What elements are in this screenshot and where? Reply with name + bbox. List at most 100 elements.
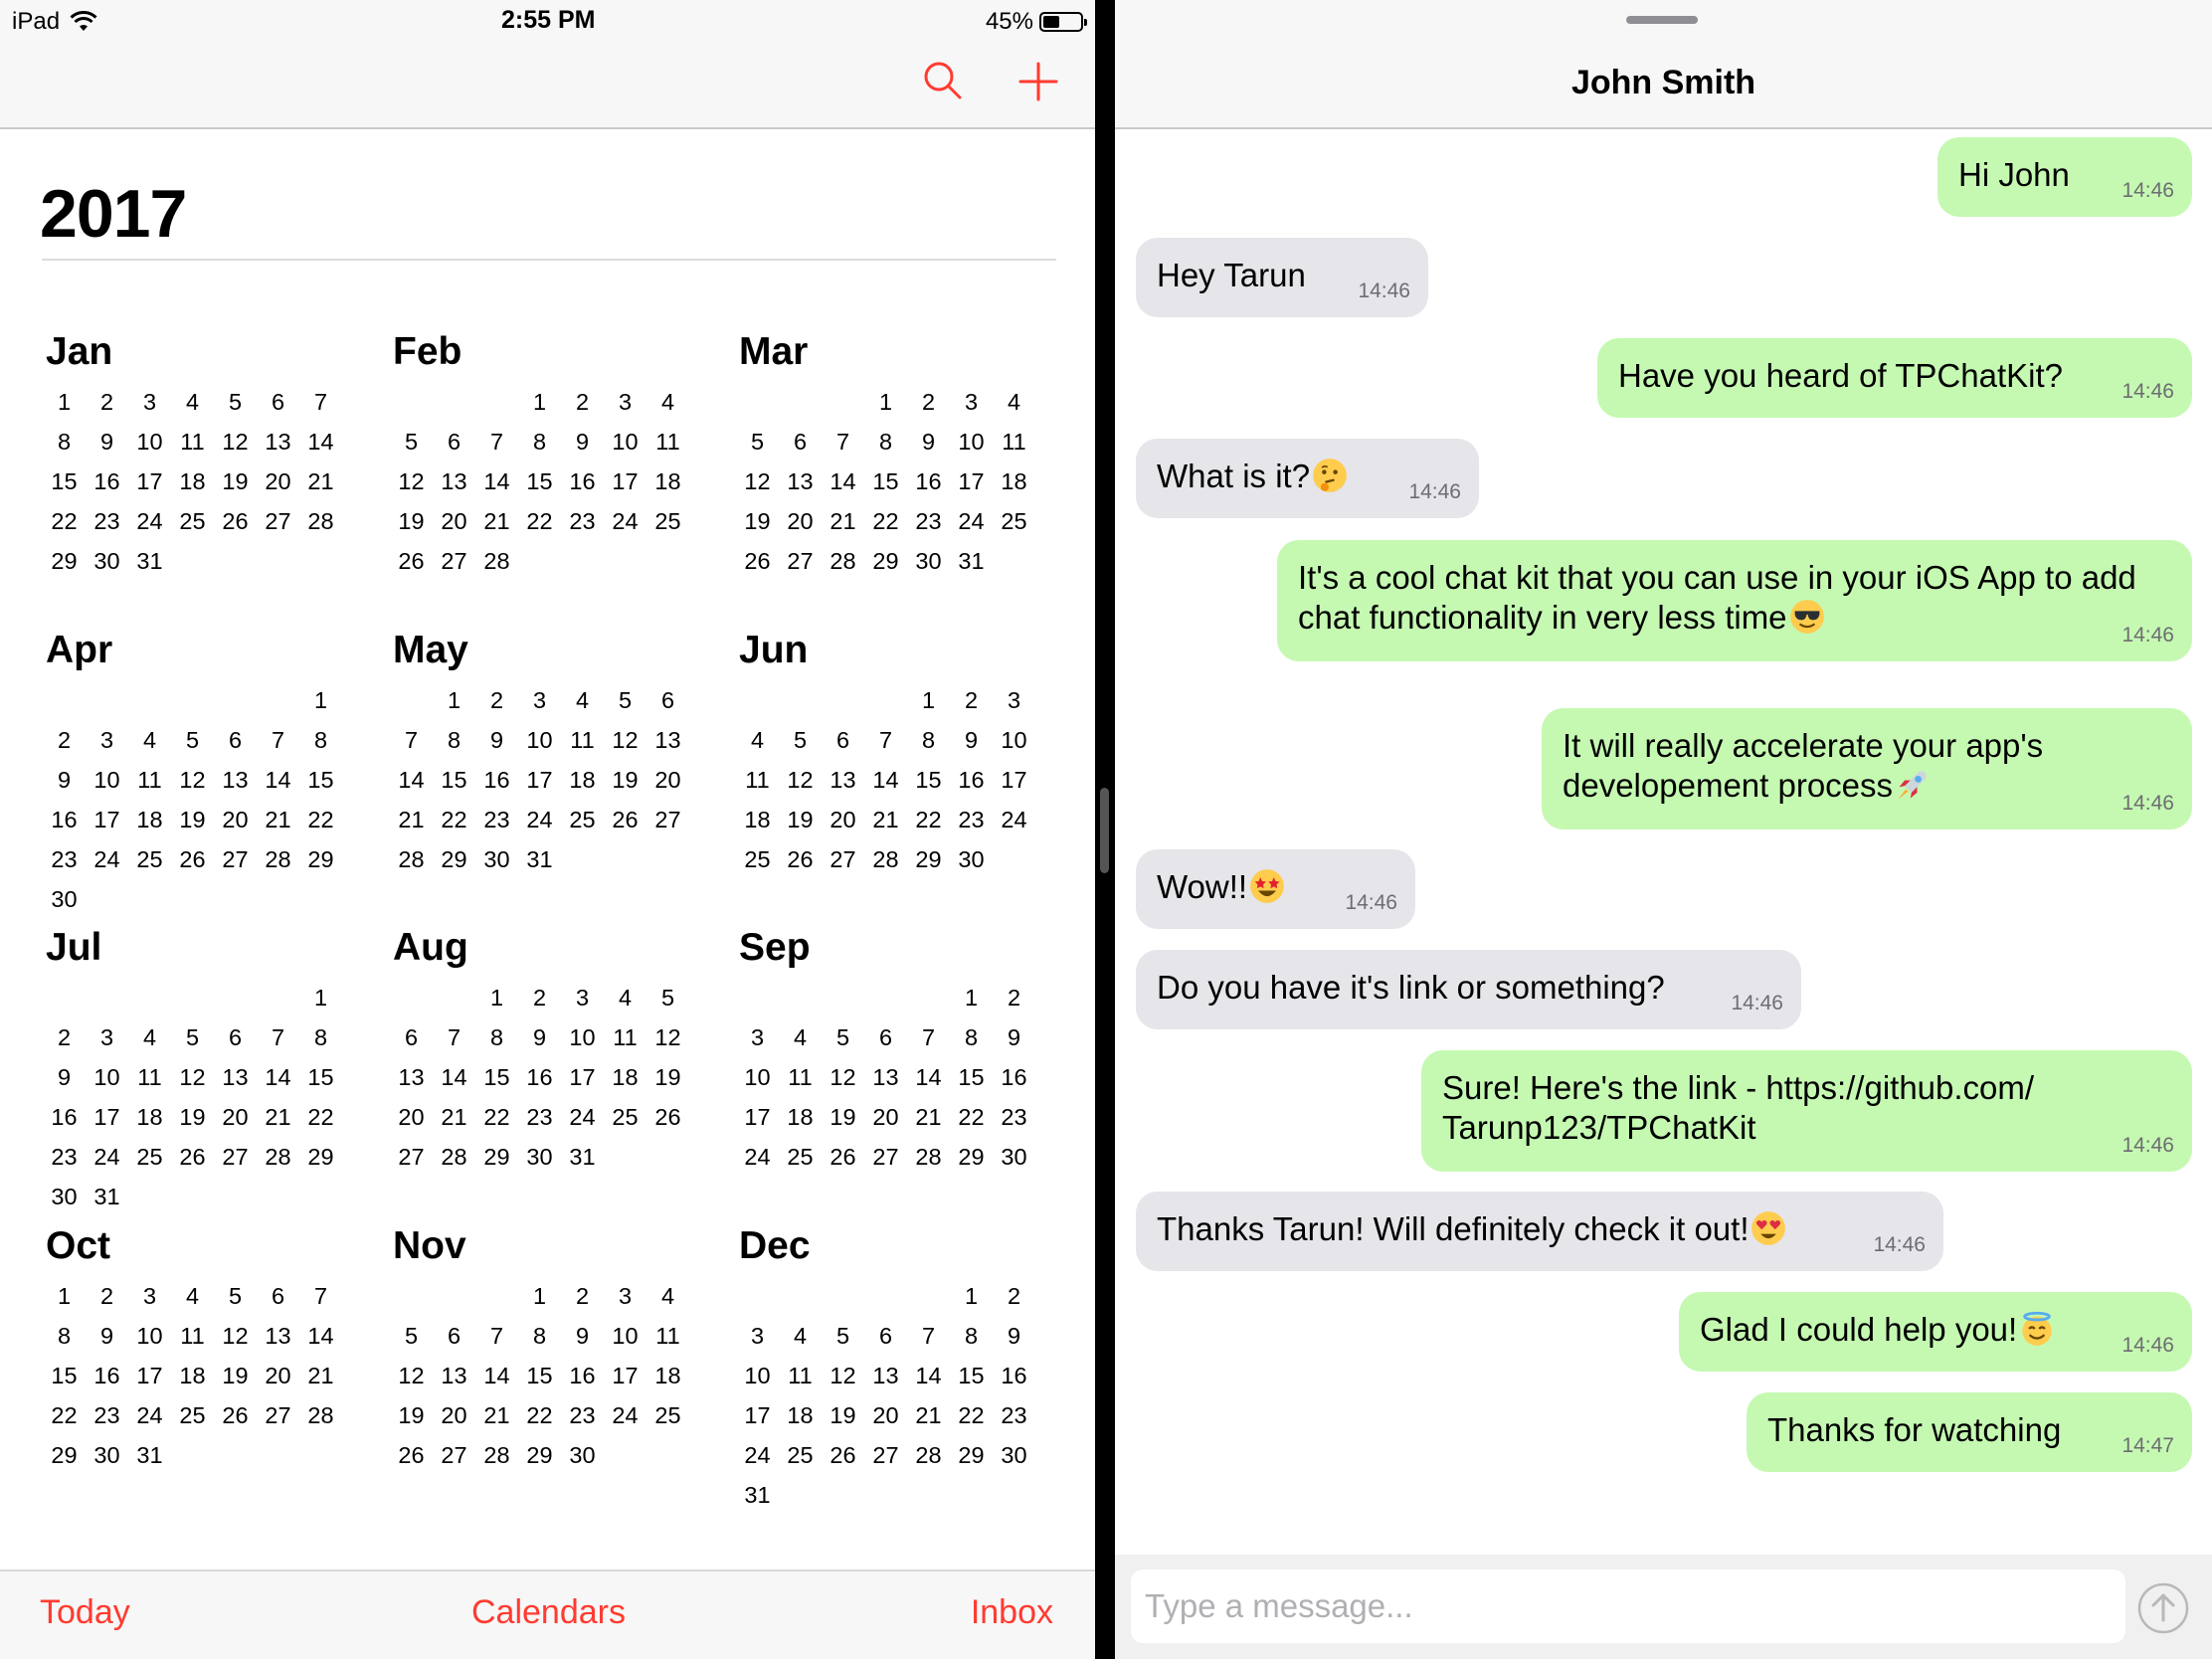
day-cell[interactable]: 9 xyxy=(518,1017,561,1057)
month-6[interactable]: Jul 1 2 3 4 5 6 7 8 9 10 11 12 13 14 15 16 17 18 19 20 21 22 23… xyxy=(43,922,341,1216)
day-cell[interactable]: 27 xyxy=(822,839,864,879)
day-cell[interactable]: 21 xyxy=(299,1356,342,1395)
day-cell[interactable]: 30 xyxy=(43,1177,86,1216)
day-cell[interactable]: 9 xyxy=(950,720,993,760)
day-cell[interactable]: 19 xyxy=(736,501,779,541)
day-cell[interactable]: 11 xyxy=(128,1057,171,1097)
day-cell[interactable]: 7 xyxy=(257,1017,299,1057)
day-cell[interactable]: 2 xyxy=(518,978,561,1017)
day-cell[interactable]: 17 xyxy=(518,760,561,800)
day-cell[interactable]: 18 xyxy=(779,1097,822,1137)
day-cell[interactable]: 15 xyxy=(433,760,475,800)
day-cell[interactable]: 8 xyxy=(43,1316,86,1356)
outgoing-message[interactable]: Have you heard of TPChatKit? 14:46 xyxy=(1597,338,2192,418)
day-cell[interactable]: 25 xyxy=(171,501,214,541)
day-cell[interactable]: 15 xyxy=(43,461,86,501)
day-cell[interactable]: 23 xyxy=(993,1097,1035,1137)
day-cell[interactable]: 6 xyxy=(822,720,864,760)
day-cell[interactable]: 20 xyxy=(214,800,257,839)
day-cell[interactable]: 28 xyxy=(907,1137,950,1177)
day-cell[interactable]: 5 xyxy=(171,720,214,760)
day-cell[interactable]: 17 xyxy=(950,461,993,501)
day-cell[interactable]: 12 xyxy=(822,1356,864,1395)
day-cell[interactable]: 1 xyxy=(950,978,993,1017)
day-cell[interactable]: 6 xyxy=(214,720,257,760)
day-cell[interactable]: 30 xyxy=(86,1435,128,1475)
day-cell[interactable]: 24 xyxy=(950,501,993,541)
day-cell[interactable]: 9 xyxy=(43,760,86,800)
day-cell[interactable]: 29 xyxy=(43,1435,86,1475)
day-cell[interactable]: 13 xyxy=(214,760,257,800)
day-cell[interactable]: 8 xyxy=(864,422,907,461)
outgoing-message[interactable]: Sure! Here's the link - https://github.c… xyxy=(1421,1050,2192,1172)
day-cell[interactable]: 13 xyxy=(257,1316,299,1356)
day-cell[interactable]: 18 xyxy=(646,461,689,501)
day-cell[interactable]: 9 xyxy=(86,422,128,461)
day-cell[interactable]: 13 xyxy=(433,461,475,501)
day-cell[interactable]: 2 xyxy=(993,978,1035,1017)
day-cell[interactable]: 18 xyxy=(561,760,604,800)
day-cell[interactable]: 3 xyxy=(604,382,646,422)
day-cell[interactable]: 14 xyxy=(907,1356,950,1395)
day-cell[interactable]: 2 xyxy=(993,1276,1035,1316)
day-cell[interactable]: 29 xyxy=(433,839,475,879)
day-cell[interactable]: 18 xyxy=(171,461,214,501)
day-cell[interactable]: 22 xyxy=(950,1395,993,1435)
day-cell[interactable]: 10 xyxy=(950,422,993,461)
day-cell[interactable]: 7 xyxy=(299,1276,342,1316)
day-cell[interactable]: 13 xyxy=(646,720,689,760)
day-cell[interactable]: 5 xyxy=(822,1316,864,1356)
day-cell[interactable]: 18 xyxy=(993,461,1035,501)
day-cell[interactable]: 19 xyxy=(390,1395,433,1435)
month-2[interactable]: Mar 1 2 3 4 5 6 7 8 9 10 11 12 13 14 15 16 17 18 19 20 21 22 23… xyxy=(736,326,1034,581)
day-cell[interactable]: 22 xyxy=(864,501,907,541)
day-cell[interactable]: 24 xyxy=(561,1097,604,1137)
day-cell[interactable]: 13 xyxy=(214,1057,257,1097)
day-cell[interactable]: 8 xyxy=(518,1316,561,1356)
day-cell[interactable]: 6 xyxy=(257,1276,299,1316)
day-cell[interactable]: 14 xyxy=(433,1057,475,1097)
add-event-icon[interactable] xyxy=(1014,58,1062,105)
day-cell[interactable]: 21 xyxy=(390,800,433,839)
day-cell[interactable]: 14 xyxy=(475,1356,518,1395)
day-cell[interactable]: 17 xyxy=(128,461,171,501)
day-cell[interactable]: 7 xyxy=(390,720,433,760)
day-cell[interactable]: 26 xyxy=(736,541,779,581)
day-cell[interactable]: 2 xyxy=(43,1017,86,1057)
day-cell[interactable]: 12 xyxy=(390,1356,433,1395)
day-cell[interactable]: 24 xyxy=(993,800,1035,839)
day-cell[interactable]: 7 xyxy=(907,1017,950,1057)
day-cell[interactable]: 21 xyxy=(822,501,864,541)
day-cell[interactable]: 17 xyxy=(604,1356,646,1395)
day-cell[interactable]: 18 xyxy=(736,800,779,839)
day-cell[interactable]: 12 xyxy=(214,422,257,461)
day-cell[interactable]: 6 xyxy=(646,680,689,720)
day-cell[interactable]: 3 xyxy=(950,382,993,422)
day-cell[interactable]: 5 xyxy=(214,382,257,422)
day-cell[interactable]: 23 xyxy=(475,800,518,839)
day-cell[interactable]: 8 xyxy=(433,720,475,760)
day-cell[interactable]: 31 xyxy=(128,541,171,581)
day-cell[interactable]: 16 xyxy=(950,760,993,800)
day-cell[interactable]: 9 xyxy=(561,1316,604,1356)
day-cell[interactable]: 14 xyxy=(907,1057,950,1097)
day-cell[interactable]: 20 xyxy=(257,1356,299,1395)
day-cell[interactable]: 4 xyxy=(779,1017,822,1057)
day-cell[interactable]: 22 xyxy=(907,800,950,839)
day-cell[interactable]: 3 xyxy=(86,720,128,760)
day-cell[interactable]: 26 xyxy=(604,800,646,839)
month-10[interactable]: Nov 1 2 3 4 5 6 7 8 9 10 11 12 13 14 15 16 17 18 19 20 21 22 23… xyxy=(390,1220,688,1475)
day-cell[interactable]: 19 xyxy=(390,501,433,541)
day-cell[interactable]: 25 xyxy=(736,839,779,879)
day-cell[interactable]: 16 xyxy=(43,800,86,839)
day-cell[interactable]: 15 xyxy=(950,1356,993,1395)
day-cell[interactable]: 31 xyxy=(128,1435,171,1475)
day-cell[interactable]: 6 xyxy=(257,382,299,422)
day-cell[interactable]: 2 xyxy=(561,382,604,422)
month-5[interactable]: Jun 1 2 3 4 5 6 7 8 9 10 11 12 13 14 15 16 17 18 19 20 21 22 23… xyxy=(736,625,1034,879)
day-cell[interactable]: 20 xyxy=(433,1395,475,1435)
day-cell[interactable]: 13 xyxy=(822,760,864,800)
day-cell[interactable]: 10 xyxy=(518,720,561,760)
day-cell[interactable]: 4 xyxy=(171,382,214,422)
incoming-message[interactable]: Wow!! 14:46 xyxy=(1136,849,1415,929)
